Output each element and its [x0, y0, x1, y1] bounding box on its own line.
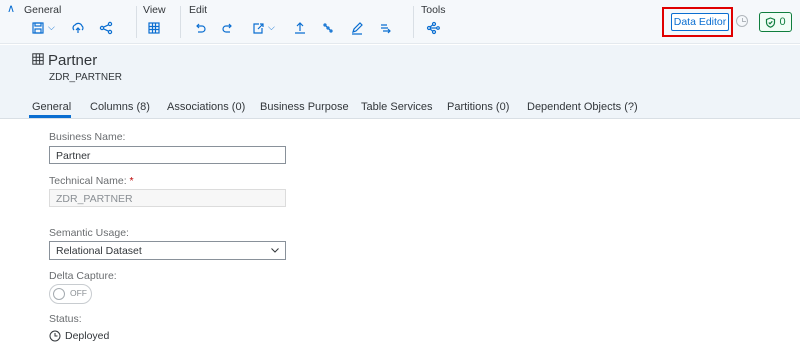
- tab-business-purpose[interactable]: Business Purpose: [260, 101, 349, 113]
- technical-name-label-text: Technical Name:: [49, 175, 127, 187]
- switch-state-text: OFF: [70, 288, 87, 298]
- semantic-usage-label: Semantic Usage:: [49, 227, 129, 239]
- export-icon[interactable]: [248, 18, 268, 38]
- toolbar: ∧ General ⌵ View Edit ⌵ Tools Data Edito…: [0, 0, 800, 44]
- toolbar-separator: [180, 6, 181, 38]
- toolbar-group-general-label: General: [24, 4, 62, 16]
- page-title: Partner: [48, 52, 98, 69]
- toolbar-separator: [413, 6, 414, 38]
- redo-icon[interactable]: [218, 18, 238, 38]
- required-marker: *: [129, 175, 134, 187]
- share-icon[interactable]: [96, 18, 116, 38]
- table-view-icon[interactable]: [144, 18, 164, 38]
- collapse-toolbar-icon[interactable]: ∧: [4, 2, 18, 16]
- shield-check-icon: [766, 16, 776, 28]
- save-dropdown-chevron-icon[interactable]: ⌵: [48, 22, 56, 32]
- history-clock-icon[interactable]: [736, 15, 748, 27]
- chevron-down-icon: [271, 248, 279, 253]
- undo-icon[interactable]: [190, 18, 210, 38]
- clock-status-icon: [49, 330, 61, 342]
- switch-knob: [53, 288, 65, 300]
- semantic-usage-value: Relational Dataset: [56, 245, 142, 257]
- sort-list-icon[interactable]: [375, 18, 395, 38]
- validation-messages-button[interactable]: 0: [759, 12, 792, 32]
- tab-general[interactable]: General: [32, 101, 71, 113]
- save-icon[interactable]: [28, 18, 48, 38]
- status-value: Deployed: [65, 330, 110, 342]
- tab-table-services[interactable]: Table Services: [361, 101, 433, 113]
- business-name-label: Business Name:: [49, 131, 126, 143]
- tab-partitions[interactable]: Partitions (0): [447, 101, 509, 113]
- toolbar-group-tools-label: Tools: [421, 4, 446, 16]
- semantic-usage-select[interactable]: Relational Dataset: [49, 241, 286, 260]
- table-icon: [32, 53, 44, 65]
- tools-lineage-icon[interactable]: [423, 18, 443, 38]
- validation-count: 0: [779, 16, 786, 28]
- technical-name-input: ZDR_PARTNER: [49, 189, 286, 207]
- active-tab-indicator: [29, 115, 71, 118]
- delta-capture-label: Delta Capture:: [49, 270, 117, 282]
- toolbar-group-view-label: View: [143, 4, 166, 16]
- tab-dependent-objects[interactable]: Dependent Objects (?): [527, 101, 638, 113]
- object-header: Partner ZDR_PARTNER General Columns (8) …: [0, 45, 800, 119]
- impact-lineage-icon[interactable]: [318, 18, 338, 38]
- tab-columns[interactable]: Columns (8): [90, 101, 150, 113]
- technical-name-label: Technical Name: *: [49, 175, 134, 187]
- technical-subtitle: ZDR_PARTNER: [49, 72, 122, 83]
- deploy-icon[interactable]: [68, 18, 88, 38]
- toolbar-separator: [136, 6, 137, 38]
- business-name-input[interactable]: Partner: [49, 146, 286, 164]
- tab-associations[interactable]: Associations (0): [167, 101, 245, 113]
- upload-icon[interactable]: [290, 18, 310, 38]
- edit-pencil-icon[interactable]: [347, 18, 367, 38]
- status-label: Status:: [49, 313, 82, 325]
- delta-capture-switch[interactable]: OFF: [49, 284, 92, 304]
- data-editor-button[interactable]: Data Editor: [671, 13, 729, 31]
- export-dropdown-chevron-icon[interactable]: ⌵: [268, 22, 276, 32]
- toolbar-group-edit-label: Edit: [189, 4, 208, 16]
